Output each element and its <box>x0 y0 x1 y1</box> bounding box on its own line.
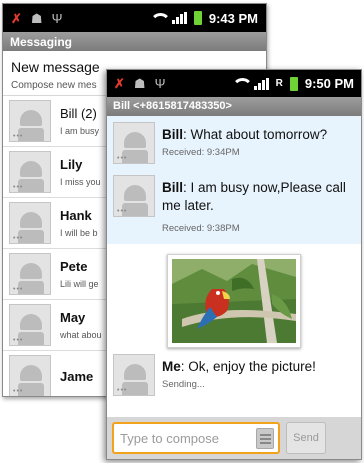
battery-icon <box>193 11 202 25</box>
compose-placeholder: Type to compose <box>120 430 219 446</box>
usb-icon: Ψ <box>51 10 63 26</box>
message-status: Received: 9:34PM <box>162 147 240 158</box>
missed-call-icon: ✗ <box>11 10 22 26</box>
conversation-preview: I will be b <box>60 228 98 238</box>
contact-avatar-icon: ••• <box>9 355 51 396</box>
android-notification-icon: ☗ <box>30 10 43 26</box>
parrot-photo <box>172 259 296 343</box>
parrot-photo-drawing <box>172 259 296 343</box>
message-sender: Me <box>162 359 181 374</box>
usb-icon: Ψ <box>154 76 166 91</box>
roaming-indicator: R <box>275 78 283 89</box>
image-attachment[interactable] <box>167 254 301 348</box>
contact-avatar-icon: ••• <box>113 122 155 164</box>
android-notification-icon: ☗ <box>133 76 146 91</box>
status-time: 9:50 PM <box>304 76 354 91</box>
conversation-preview: Lili will ge <box>60 279 99 289</box>
battery-icon <box>289 76 298 91</box>
message-list[interactable]: ••• Bill: What about tomorrow? Received:… <box>107 116 361 412</box>
message-item[interactable]: ••• Me: Ok, enjoy the picture! Sending..… <box>107 348 361 408</box>
message-sender: Bill <box>162 180 184 195</box>
conversation-preview: I miss you <box>60 177 101 187</box>
contact-avatar-icon: ••• <box>113 175 155 217</box>
compose-bar: Type to compose Send <box>107 417 361 459</box>
message-thread-screen: ✗ ☗ Ψ R 9:50 PM Bill <+8615817483350> ••… <box>106 69 362 460</box>
contact-avatar-icon: ••• <box>9 304 51 346</box>
conversation-preview: what abou <box>60 330 102 340</box>
status-bar: ✗ ☗ Ψ R 9:50 PM <box>107 70 361 97</box>
message-text: : What about tomorrow? <box>183 127 328 142</box>
conversation-name: May <box>60 310 86 325</box>
attachment-icon[interactable] <box>256 428 274 449</box>
contact-avatar-icon: ••• <box>9 151 51 193</box>
contact-avatar-icon: ••• <box>9 253 51 295</box>
status-bar: ✗ ☗ Ψ 9:43 PM <box>3 4 266 32</box>
conversation-name: Hank <box>60 208 92 223</box>
message-status: Received: 9:38PM <box>162 223 240 234</box>
missed-call-icon: ✗ <box>114 76 125 91</box>
compose-input[interactable]: Type to compose <box>112 422 280 454</box>
contact-avatar-icon: ••• <box>9 202 51 244</box>
conversation-preview: I am busy <box>60 126 100 136</box>
conversation-name: Jame <box>60 368 94 384</box>
screenshot-composite: ✗ ☗ Ψ 9:43 PM Messaging New message Comp… <box>0 0 364 463</box>
signal-icon <box>253 77 269 90</box>
conversation-name: Bill (2) <box>60 106 97 121</box>
status-time: 9:43 PM <box>208 10 258 26</box>
message-item[interactable]: ••• Bill: What about tomorrow? Received:… <box>107 116 361 169</box>
message-sender: Bill <box>162 127 184 142</box>
app-title: Messaging <box>3 32 266 51</box>
send-button[interactable]: Send <box>286 422 326 454</box>
message-text: : I am busy now,Please call me later. <box>162 180 346 213</box>
signal-icon <box>171 12 187 24</box>
contact-avatar-icon: ••• <box>9 100 51 142</box>
message-status: Sending... <box>162 379 205 390</box>
message-item[interactable]: ••• Bill: I am busy now,Please call me l… <box>107 169 361 244</box>
conversation-name: Pete <box>60 259 88 274</box>
wifi-icon <box>231 78 253 89</box>
conversation-name: Lily <box>60 157 83 172</box>
message-text: : Ok, enjoy the picture! <box>180 359 316 374</box>
wifi-icon <box>149 12 171 24</box>
thread-title: Bill <+8615817483350> <box>107 97 361 116</box>
my-avatar-icon: ••• <box>113 354 155 396</box>
